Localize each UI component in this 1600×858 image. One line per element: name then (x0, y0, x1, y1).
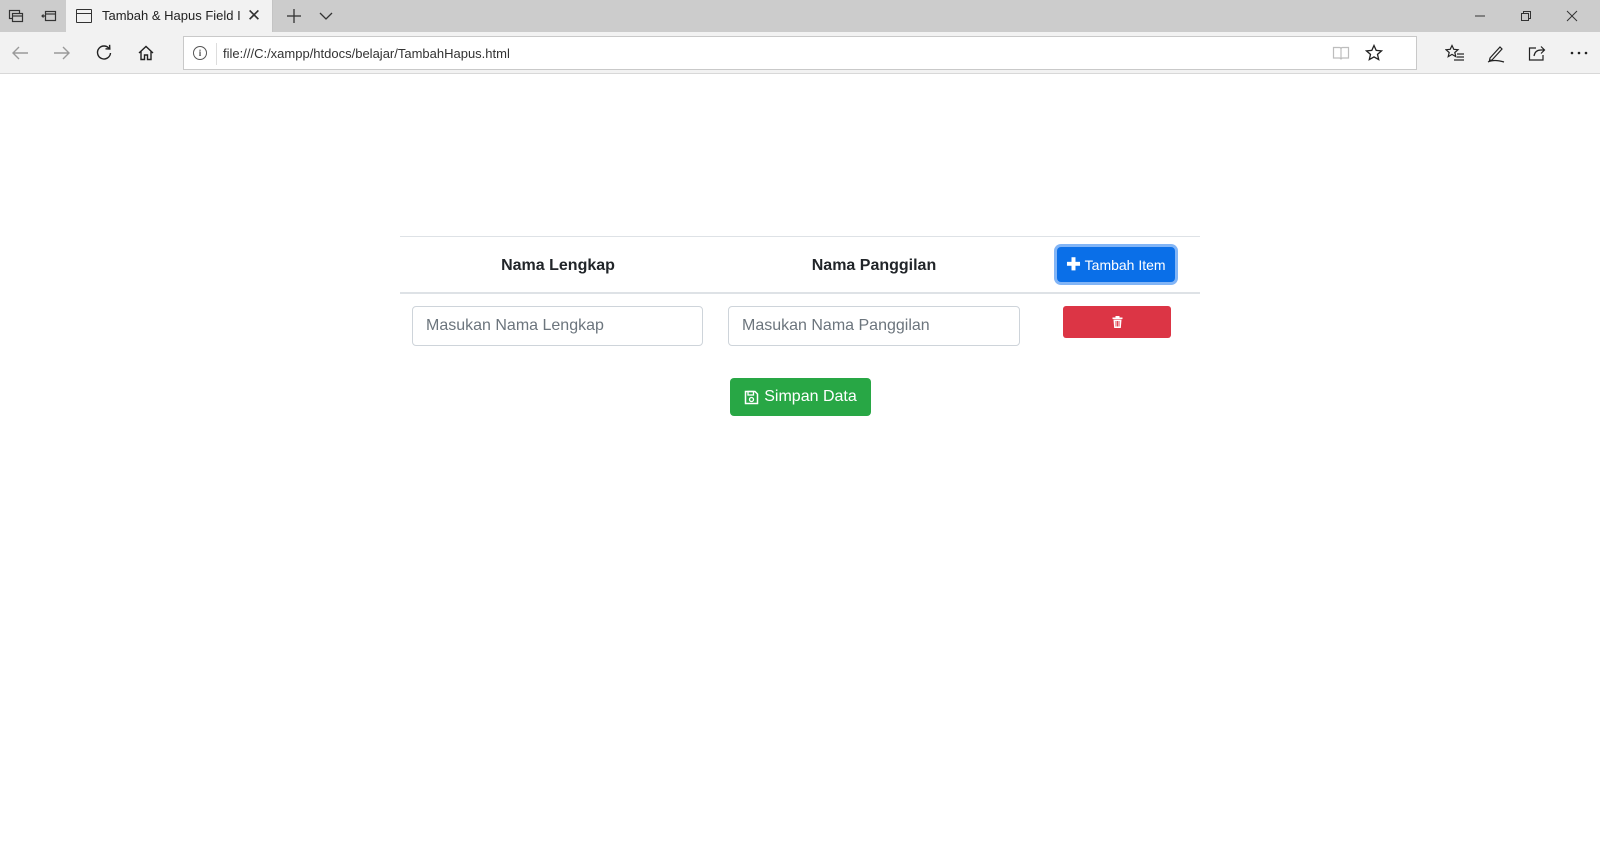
save-data-label: Simpan Data (764, 388, 857, 405)
address-separator (216, 43, 217, 65)
book-icon[interactable] (1325, 37, 1357, 69)
address-bar[interactable]: i file:///C:/xampp/htdocs/belajar/Tambah… (183, 36, 1417, 70)
tab-title: Tambah & Hapus Field I (102, 8, 241, 23)
pen-icon[interactable] (1476, 32, 1516, 74)
dynamic-field-table: Nama Lengkap Nama Panggilan ✚ Tambah Ite… (400, 236, 1200, 366)
browser-titlebar: Tambah & Hapus Field I ✕ (0, 0, 1600, 33)
trash-icon (1112, 316, 1122, 328)
restore-icon[interactable] (1503, 0, 1549, 32)
arrow-left-icon[interactable] (0, 32, 40, 74)
share-icon[interactable] (1517, 32, 1557, 74)
info-icon[interactable]: i (193, 46, 207, 60)
table-header-row: Nama Lengkap Nama Panggilan ✚ Tambah Ite… (400, 236, 1200, 294)
page-icon (76, 9, 92, 23)
star-list-icon[interactable] (1435, 32, 1475, 74)
url-text[interactable]: file:///C:/xampp/htdocs/belajar/TambahHa… (223, 46, 510, 61)
delete-row-button[interactable] (1063, 306, 1171, 338)
tab-list-icon[interactable] (0, 0, 32, 32)
ellipsis-icon[interactable] (1559, 32, 1599, 74)
home-icon[interactable] (126, 32, 166, 74)
add-item-label: Tambah Item (1084, 256, 1166, 273)
plus-icon: ✚ (1066, 255, 1081, 274)
chevron-down-icon[interactable] (310, 0, 342, 32)
table-row (400, 294, 1200, 366)
close-window-icon[interactable] (1549, 0, 1595, 32)
refresh-icon[interactable] (84, 32, 124, 74)
plus-icon[interactable] (278, 0, 310, 32)
save-icon (745, 390, 759, 404)
nickname-input[interactable] (728, 306, 1020, 346)
close-icon[interactable]: ✕ (244, 6, 264, 26)
minimize-icon[interactable] (1457, 0, 1503, 32)
header-nama-panggilan: Nama Panggilan (811, 257, 937, 274)
add-item-button[interactable]: ✚ Tambah Item (1057, 247, 1175, 282)
browser-toolbar: i file:///C:/xampp/htdocs/belajar/Tambah… (0, 32, 1600, 74)
full-name-input[interactable] (412, 306, 703, 346)
page-content: Nama Lengkap Nama Panggilan ✚ Tambah Ite… (0, 74, 1600, 858)
save-data-button[interactable]: Simpan Data (730, 378, 871, 416)
set-aside-tabs-icon[interactable] (33, 0, 65, 32)
browser-tab[interactable]: Tambah & Hapus Field I ✕ (66, 0, 273, 33)
header-nama-lengkap: Nama Lengkap (501, 257, 615, 274)
arrow-right-icon[interactable] (42, 32, 82, 74)
star-icon[interactable] (1358, 37, 1390, 69)
